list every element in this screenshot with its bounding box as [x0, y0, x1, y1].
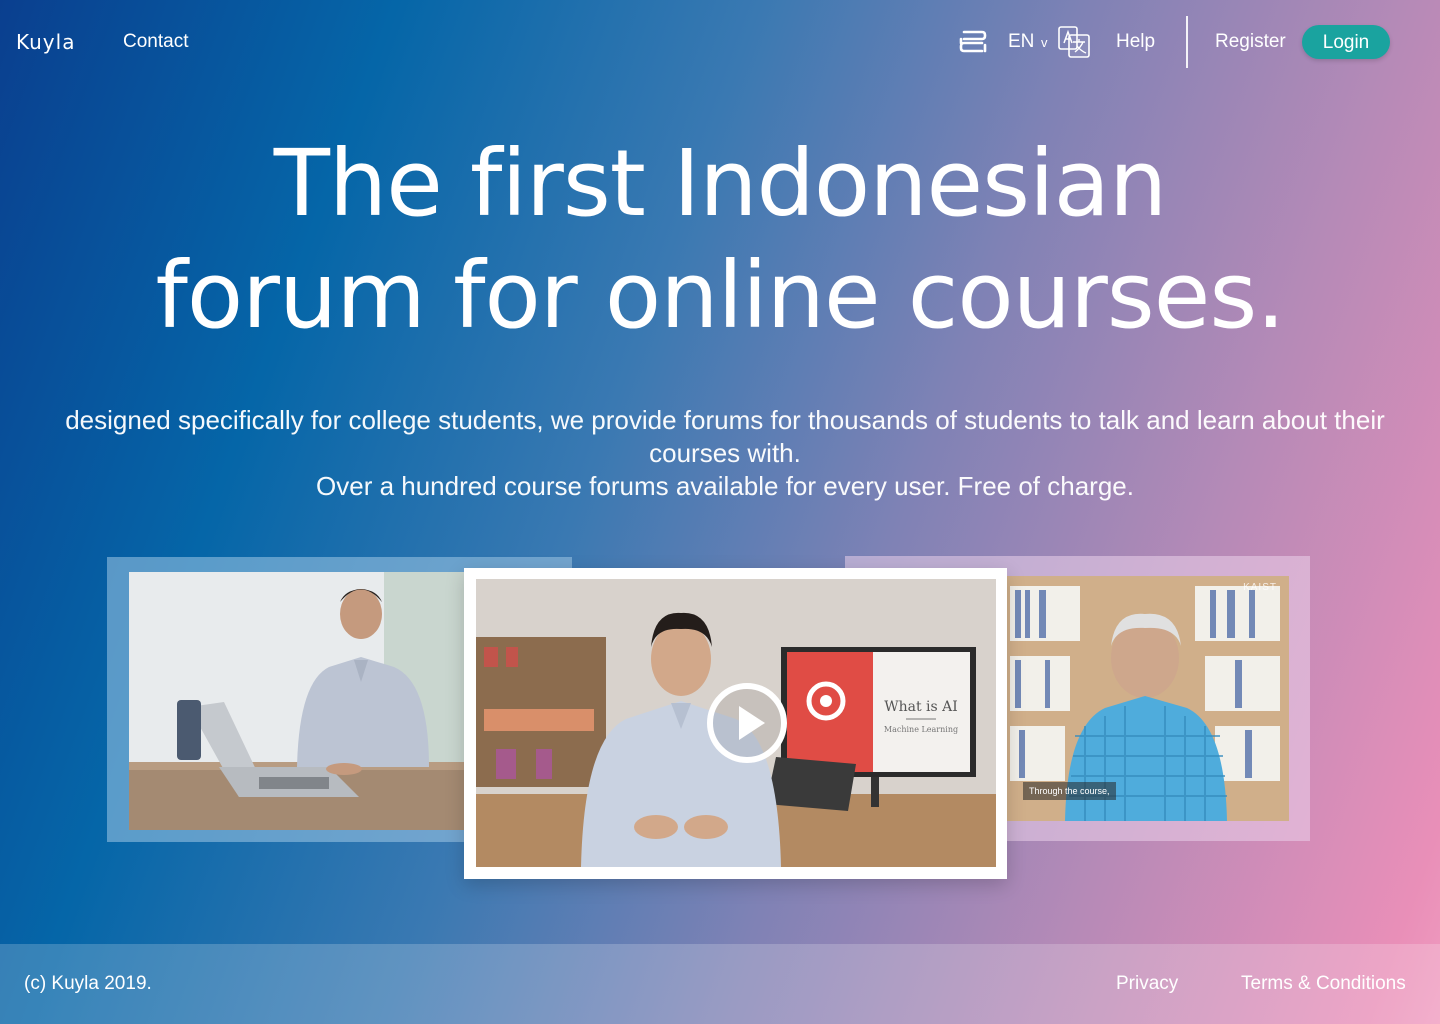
language-selector[interactable]: EN: [1008, 31, 1034, 53]
nav-divider: [1186, 16, 1188, 68]
terms-link[interactable]: Terms & Conditions: [1241, 973, 1406, 995]
hero-description: designed specifically for college studen…: [60, 404, 1390, 503]
nav-contact-link[interactable]: Contact: [123, 31, 188, 53]
footer: (c) Kuyla 2019. Privacy Terms & Conditio…: [0, 944, 1440, 1024]
hero-description-line-2: Over a hundred course forums available f…: [316, 471, 1134, 501]
video-caption: Through the course,: [1023, 782, 1116, 800]
login-button[interactable]: Login: [1302, 25, 1390, 59]
stack-icon[interactable]: [958, 28, 988, 56]
video-thumbnail-left[interactable]: [129, 572, 464, 830]
video-thumbnail-featured[interactable]: What is AI Machine Learning: [476, 579, 996, 867]
video-watermark: KAIST: [1243, 582, 1277, 593]
video-thumbnail-right[interactable]: Through the course, KAIST: [1005, 576, 1289, 821]
slide-title: What is AI: [884, 699, 958, 715]
logo[interactable]: Kuyla: [16, 30, 75, 54]
hero-title-line-1: The first Indonesian: [273, 130, 1168, 237]
nav-help-link[interactable]: Help: [1116, 31, 1155, 53]
play-icon[interactable]: [706, 682, 788, 764]
hero-description-line-1: designed specifically for college studen…: [65, 405, 1385, 468]
hero-title-line-2: forum for online courses.: [155, 242, 1286, 349]
translate-icon[interactable]: [1057, 25, 1091, 59]
chevron-down-icon[interactable]: v: [1041, 35, 1048, 50]
video-card-featured[interactable]: What is AI Machine Learning: [464, 568, 1007, 879]
register-link[interactable]: Register: [1215, 31, 1286, 53]
privacy-link[interactable]: Privacy: [1116, 973, 1178, 995]
hero-title: The first Indonesian forum for online co…: [0, 128, 1440, 352]
copyright-text: (c) Kuyla 2019.: [24, 973, 152, 994]
top-nav: Kuyla Contact EN v Help Register Login: [0, 0, 1440, 84]
slide-subtitle: Machine Learning: [884, 725, 958, 734]
